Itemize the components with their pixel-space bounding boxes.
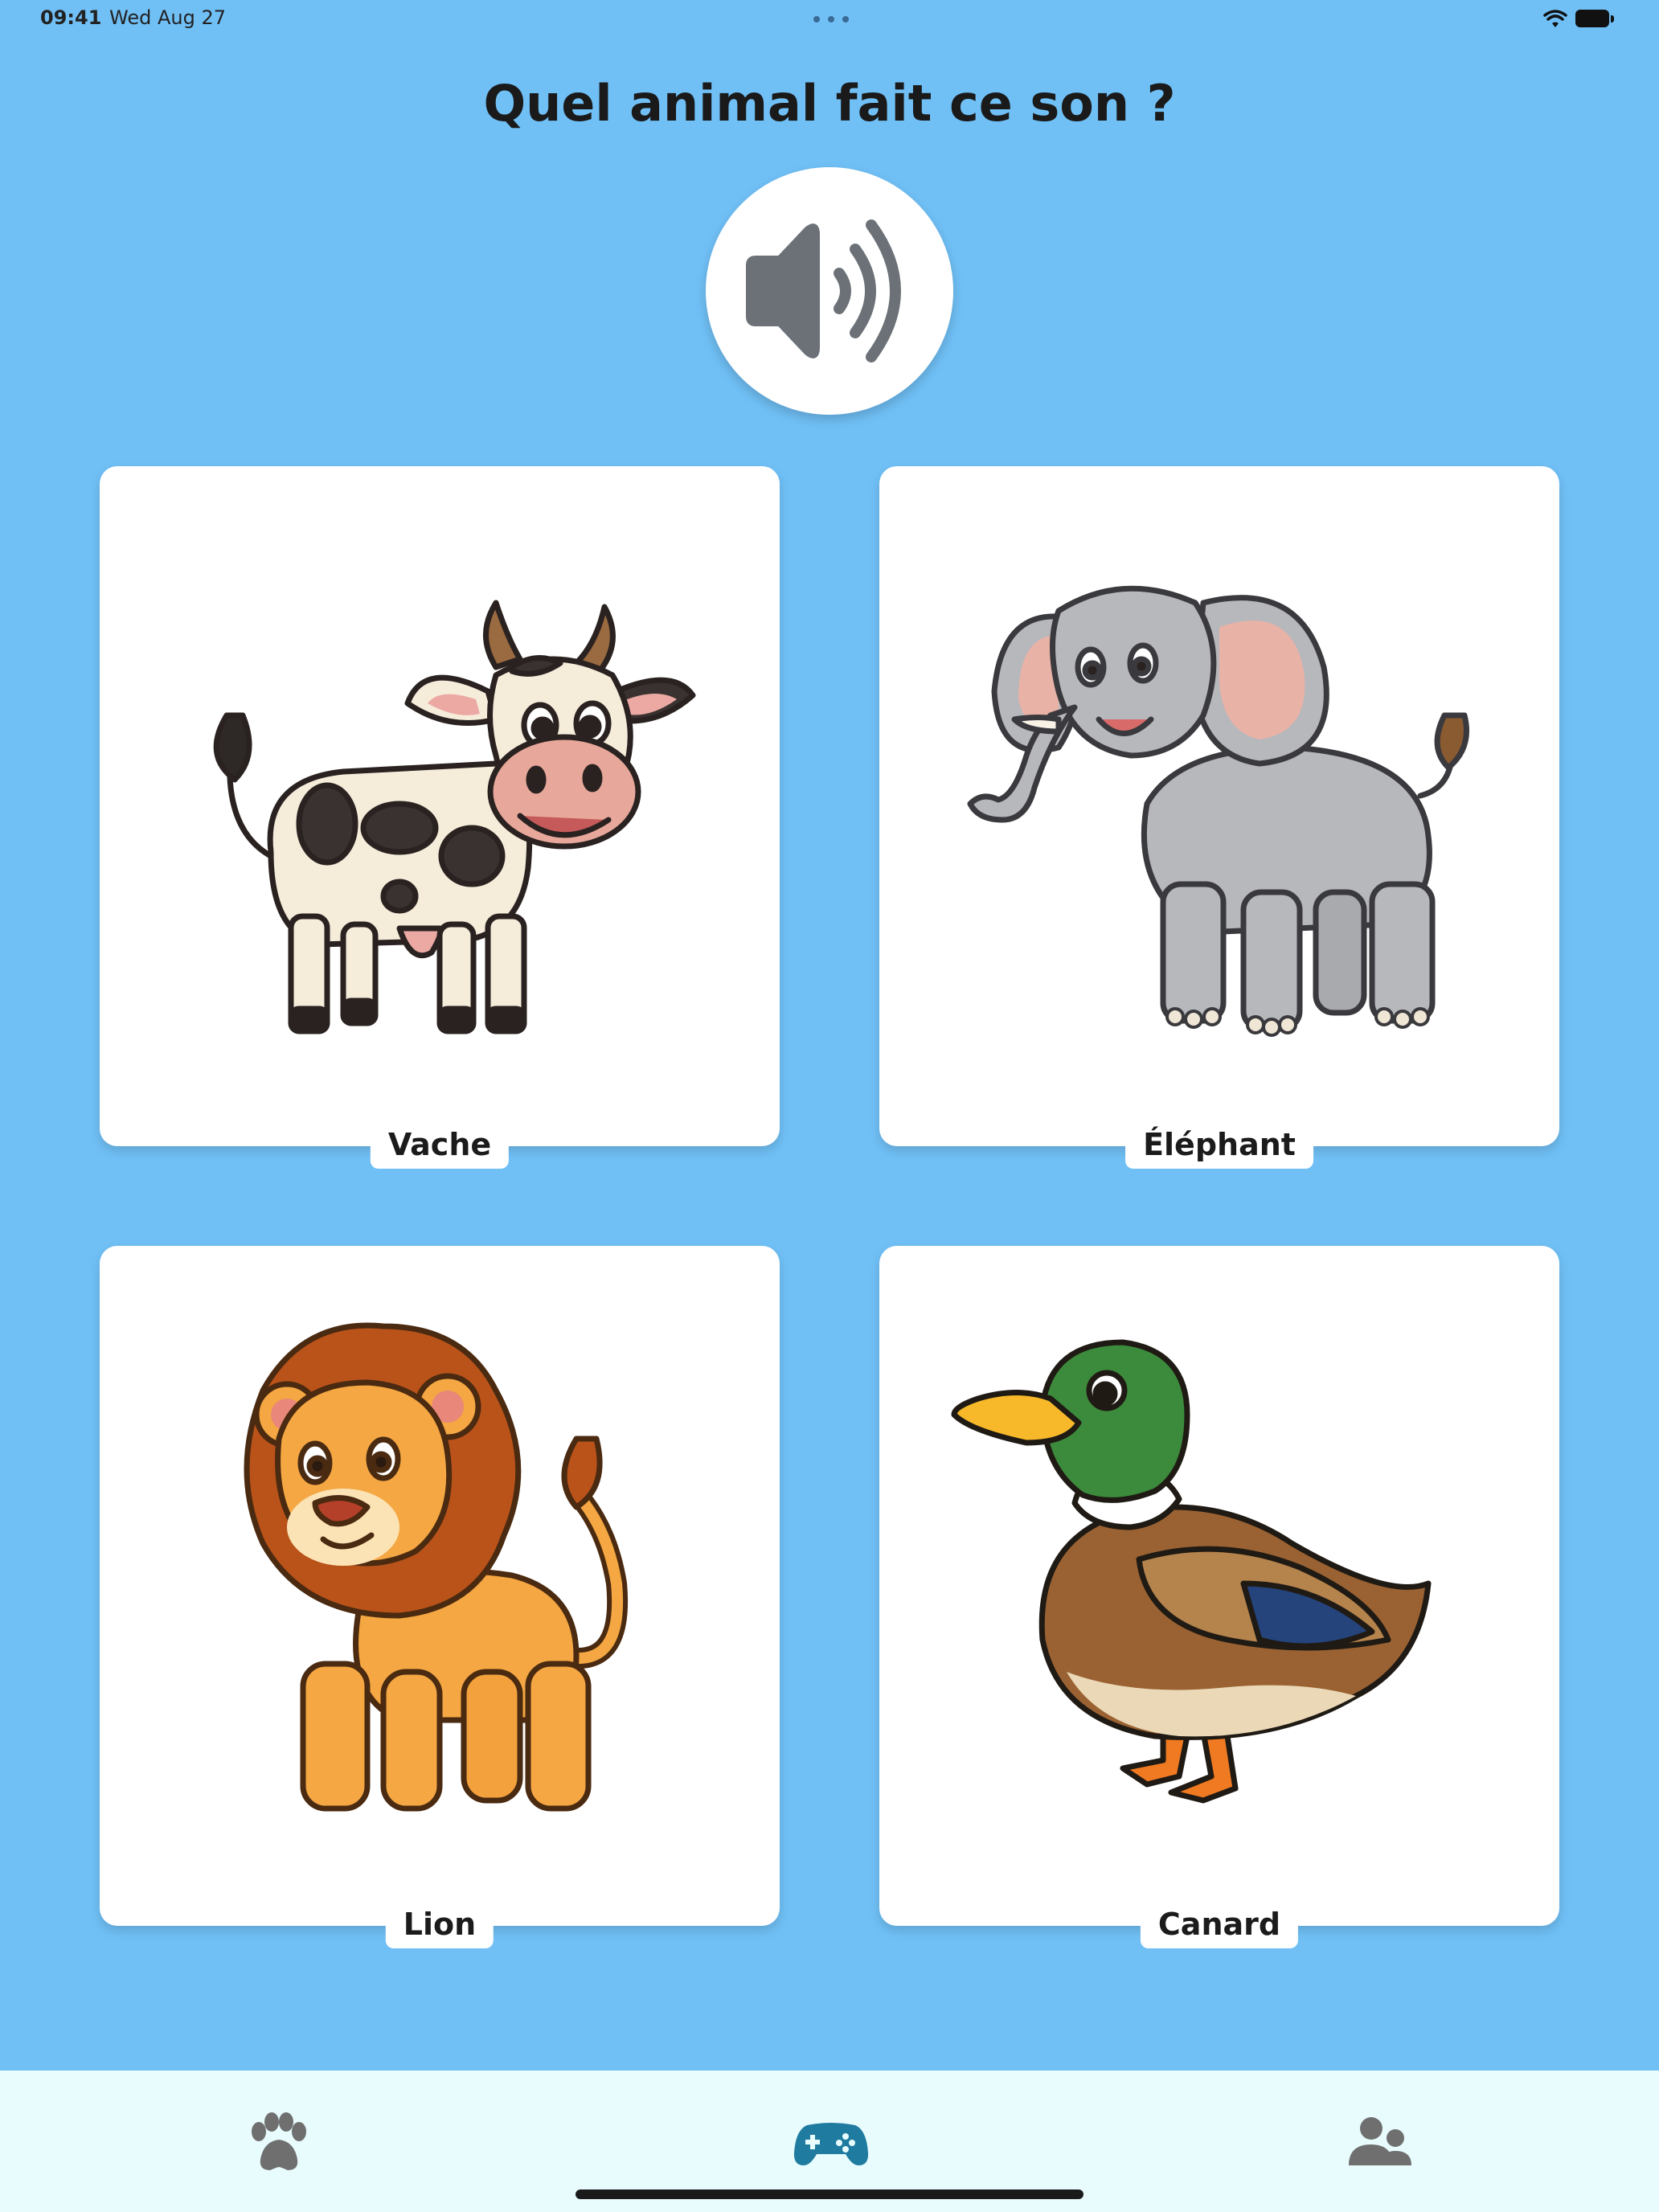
question-title: Quel animal fait ce son ? xyxy=(483,74,1176,133)
status-bar: 09:41 Wed Aug 27 xyxy=(0,0,1659,40)
wifi-icon xyxy=(1543,10,1567,27)
status-date: Wed Aug 27 xyxy=(109,6,226,29)
users-icon xyxy=(1349,2117,1411,2165)
paw-icon xyxy=(252,2112,306,2170)
answer-card-duck[interactable]: Canard xyxy=(879,1246,1559,1948)
duck-illustration xyxy=(951,1339,1432,1804)
multitasking-dots[interactable] xyxy=(813,16,849,23)
answer-label-duck: Canard xyxy=(1140,1902,1299,1948)
answer-card-lion[interactable]: Lion xyxy=(100,1246,780,1948)
battery-icon xyxy=(1575,10,1616,29)
tab-games[interactable] xyxy=(793,2108,869,2180)
answer-label-elephant: Éléphant xyxy=(1125,1122,1313,1169)
home-indicator[interactable] xyxy=(576,2189,1083,2199)
answer-card-elephant[interactable]: Éléphant xyxy=(879,466,1559,1169)
tab-profile[interactable] xyxy=(1344,2108,1416,2180)
lion-illustration xyxy=(244,1322,629,1812)
answer-label-lion: Lion xyxy=(385,1902,494,1948)
status-time: 09:41 xyxy=(40,6,102,29)
play-sound-button[interactable] xyxy=(706,167,953,415)
answer-card-cow[interactable]: Vache xyxy=(100,466,780,1169)
tab-animals[interactable] xyxy=(241,2108,313,2180)
elephant-illustration xyxy=(967,585,1469,1037)
speaker-icon xyxy=(746,219,901,363)
cow-illustration xyxy=(213,600,696,1034)
gamepad-icon xyxy=(793,2123,869,2165)
answer-label-cow: Vache xyxy=(370,1122,510,1169)
